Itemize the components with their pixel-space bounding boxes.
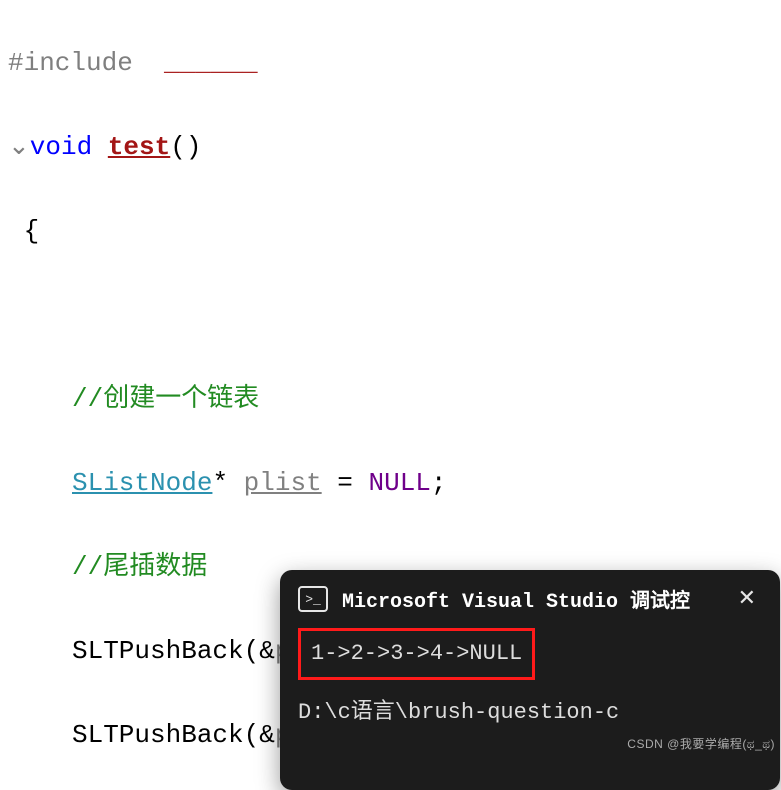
console-title: Microsoft Visual Studio 调试控 (342, 584, 718, 614)
debug-console-window[interactable]: >_ Microsoft Visual Studio 调试控 ✕ 1->2->3… (280, 570, 780, 790)
decl-plist: SListNode* plist = NULL; (8, 462, 781, 504)
close-icon[interactable]: ✕ (732, 586, 762, 612)
blank-line (8, 294, 781, 336)
comment-create: //创建一个链表 (8, 378, 781, 420)
fn-test-sig: ⌄void test() (8, 126, 781, 168)
brace-open: { (8, 210, 781, 252)
console-path-line: D:\c语言\brush-question-c (298, 694, 762, 732)
watermark: CSDN @我要学编程(ಥ_ಥ) (627, 735, 775, 752)
collapse-icon[interactable]: ⌄ (8, 132, 30, 162)
include-fragment: #include ______ (8, 42, 781, 84)
console-output[interactable]: 1->2->3->4->NULL D:\c语言\brush-question-c (280, 624, 780, 732)
terminal-icon: >_ (298, 586, 328, 612)
console-titlebar[interactable]: >_ Microsoft Visual Studio 调试控 ✕ (280, 570, 780, 624)
highlighted-output: 1->2->3->4->NULL (298, 628, 535, 680)
